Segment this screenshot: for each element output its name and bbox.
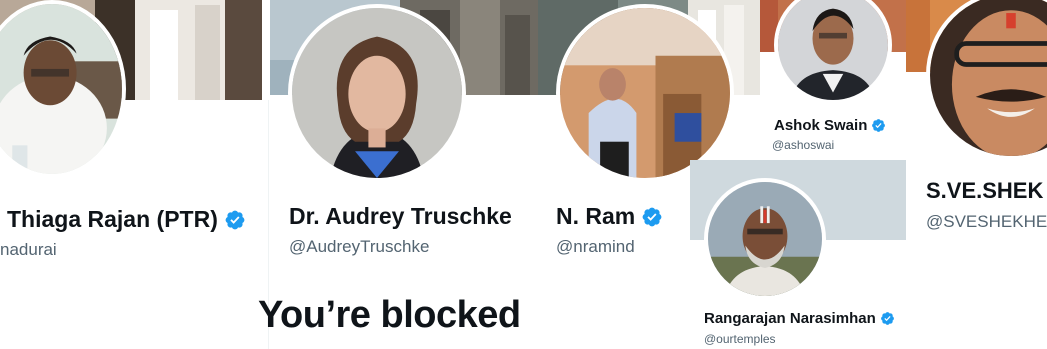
profile-name-ptr[interactable]: Thiaga Rajan (PTR) <box>7 206 246 233</box>
profile-handle-swain: @ashoswai <box>772 138 835 152</box>
profile-handle-ram: @nramind <box>556 237 635 256</box>
profile-card-swain: Ashok Swain @ashoswai <box>760 0 906 160</box>
profile-handle-rangarajan: @ourtemples <box>704 332 776 346</box>
profile-name-rangarajan[interactable]: Rangarajan Narasimhan <box>704 310 895 327</box>
profile-handle-shekher: @SVESHEKHE <box>926 212 1047 231</box>
profile-name-ram[interactable]: N. Ram <box>556 203 663 230</box>
verified-badge-icon <box>224 209 246 231</box>
avatar-audrey[interactable] <box>288 4 466 182</box>
profile-name-audrey[interactable]: Dr. Audrey Truschke <box>289 203 512 230</box>
profile-handle-ptr: nadurai <box>0 240 57 259</box>
profile-card-rangarajan: Rangarajan Narasimhan @ourtemples <box>690 160 906 349</box>
verified-badge-icon <box>871 118 886 133</box>
verified-badge-icon <box>641 206 663 228</box>
avatar-ram[interactable] <box>556 4 734 182</box>
profile-handle-audrey: @AudreyTruschke <box>289 237 430 256</box>
verified-badge-icon <box>880 311 895 326</box>
profile-name-shekher[interactable]: S.VE.SHEK <box>926 178 1043 204</box>
avatar-swain[interactable] <box>774 0 892 104</box>
profile-card-shekher: S.VE.SHEK @SVESHEKHE <box>906 0 1047 280</box>
blocked-message: You’re blocked <box>258 294 521 336</box>
profile-card-audrey: Dr. Audrey Truschke @AudreyTruschke <box>270 0 538 280</box>
profile-name-swain[interactable]: Ashok Swain <box>774 117 886 134</box>
avatar-shekher[interactable] <box>926 0 1047 160</box>
profile-card-ptr: Thiaga Rajan (PTR) nadurai <box>0 0 268 349</box>
avatar-rangarajan[interactable] <box>704 178 826 300</box>
